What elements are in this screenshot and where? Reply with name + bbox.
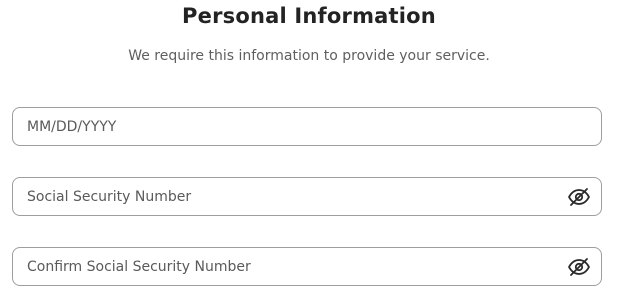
page-subtitle: We require this information to provide y… (128, 48, 490, 64)
ssn-field (12, 177, 602, 216)
ssn-input[interactable] (13, 178, 565, 215)
confirm-ssn-field (12, 247, 602, 286)
date-of-birth-field (12, 107, 602, 146)
confirm-ssn-input[interactable] (13, 248, 565, 285)
eye-slash-icon[interactable] (565, 183, 593, 211)
personal-information-form: Personal Information We require this inf… (0, 0, 618, 306)
page-title: Personal Information (182, 4, 436, 28)
date-of-birth-input[interactable] (13, 108, 601, 145)
eye-slash-icon[interactable] (565, 253, 593, 281)
